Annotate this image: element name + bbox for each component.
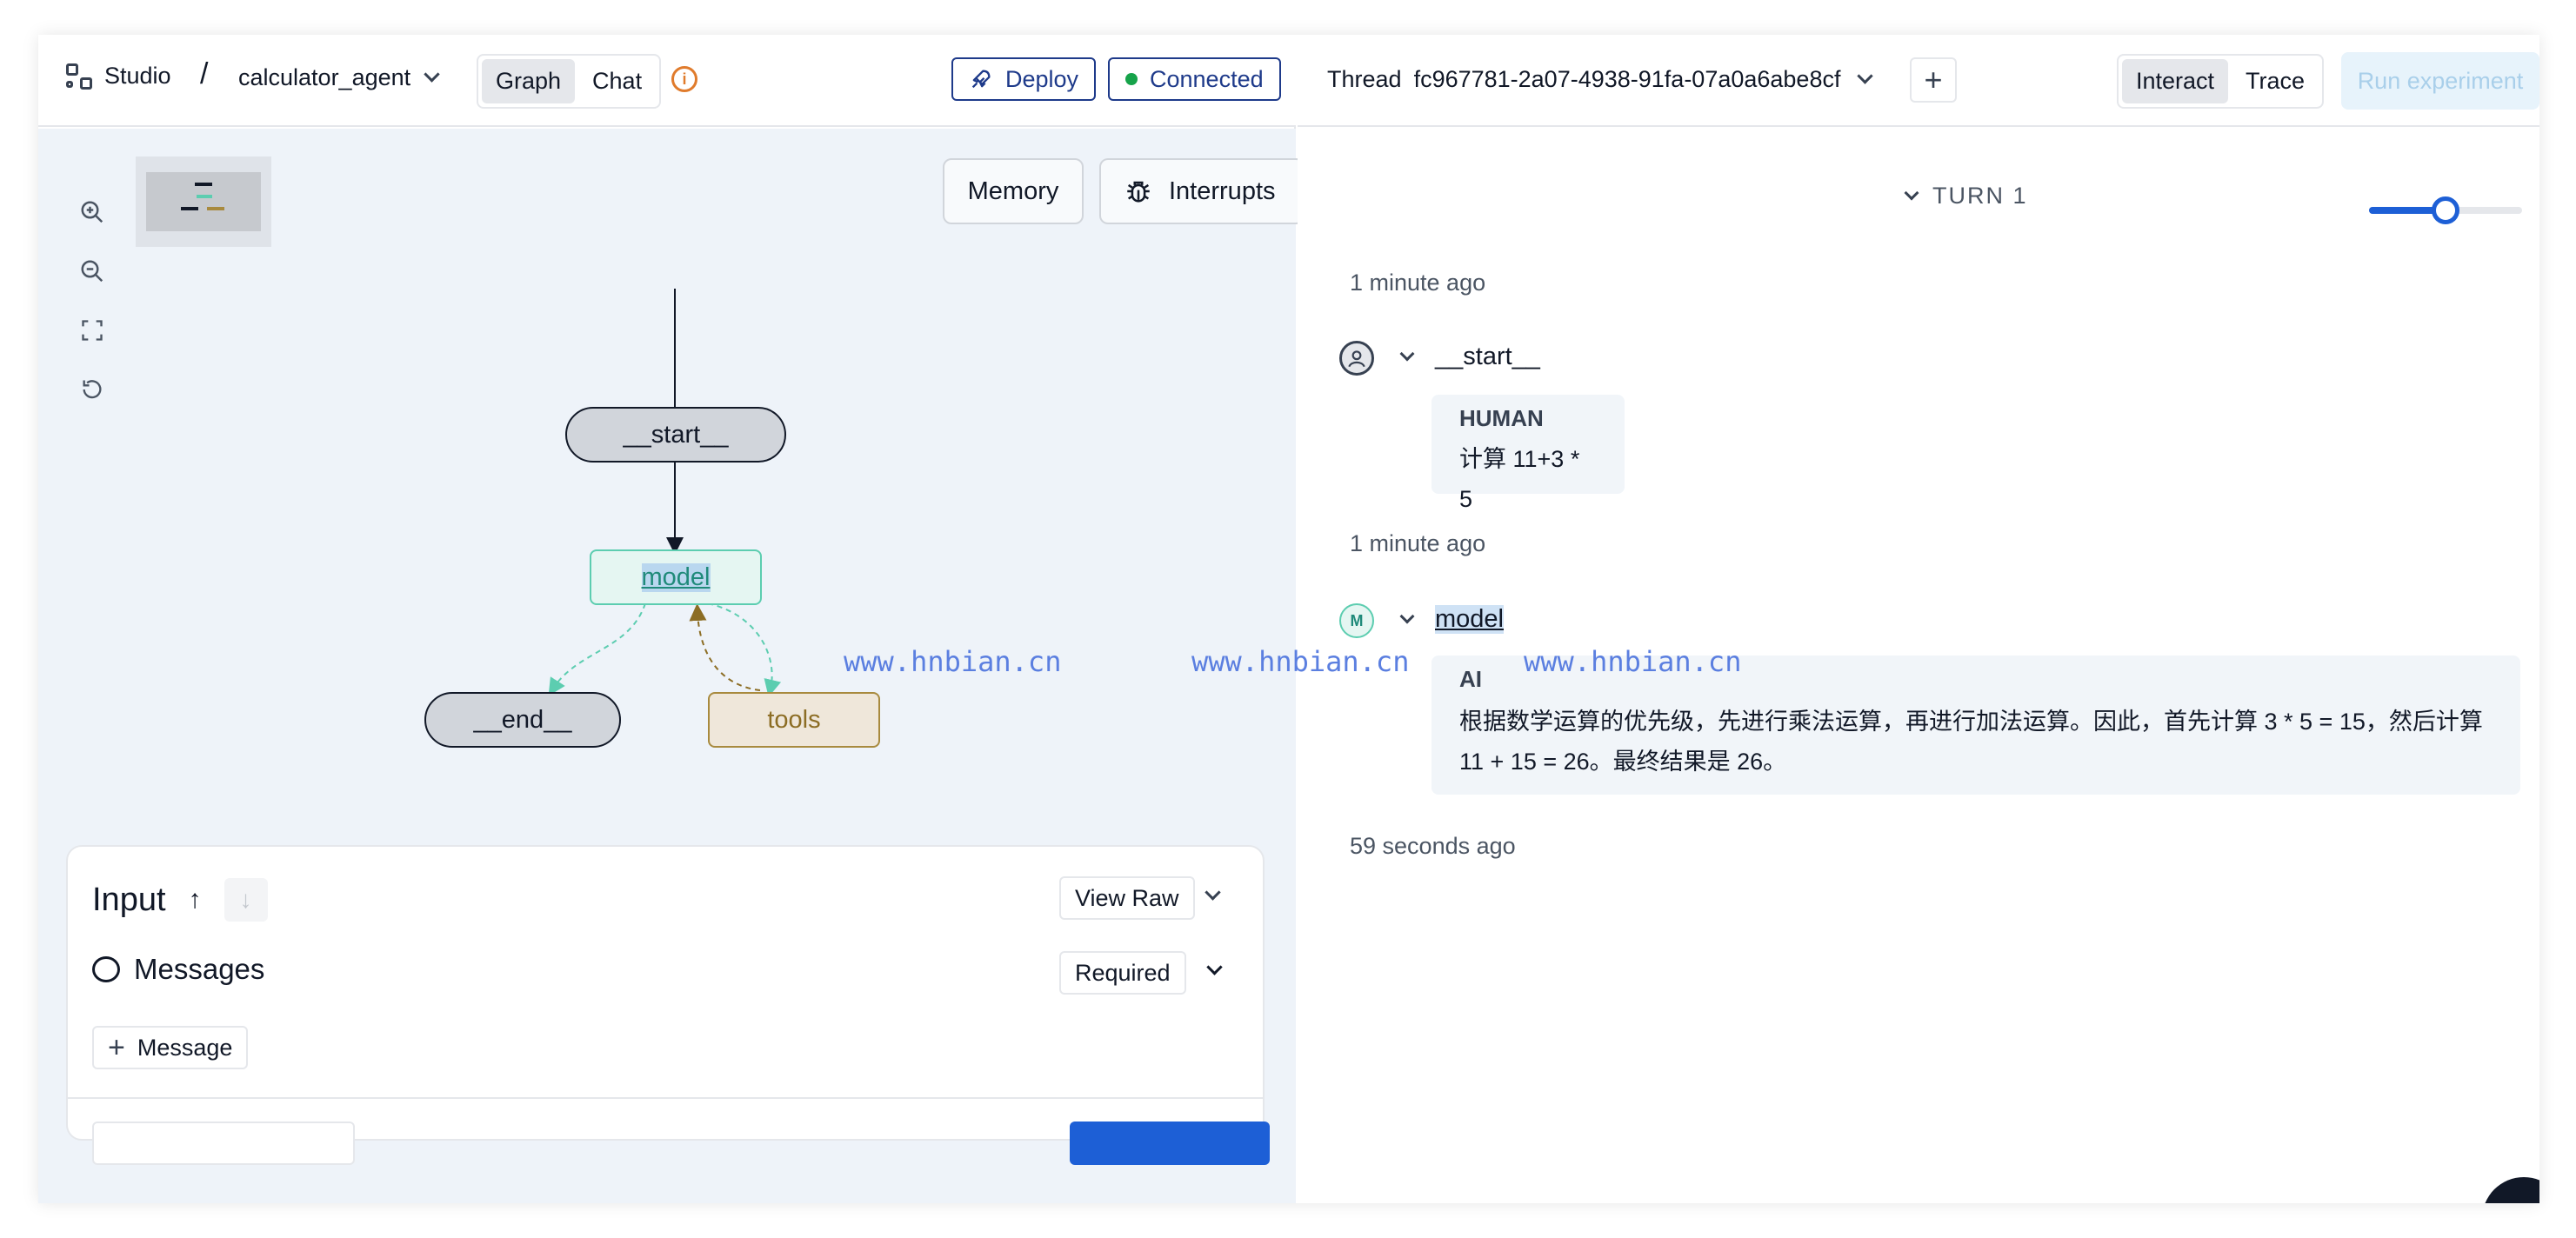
graph-node-start[interactable]: __start__ — [565, 407, 786, 463]
graph-node-end[interactable]: __end__ — [424, 692, 621, 748]
graph-edges — [548, 289, 782, 697]
add-message-button[interactable]: + Message — [92, 1026, 249, 1069]
add-message-label: Message — [137, 1034, 233, 1061]
graph-canvas[interactable]: Memory Interrupts __start__ model __end_… — [38, 129, 1305, 1203]
studio-logo-icon — [66, 63, 92, 90]
connected-label: Connected — [1150, 65, 1264, 92]
tab-interact[interactable]: Interact — [2122, 59, 2229, 103]
thread-toolbar: Thread fc967781-2a07-4938-91fa-07a0a6abe… — [1298, 35, 2539, 127]
model-avatar-icon: M — [1339, 603, 1374, 638]
messages-collapse-toggle[interactable] — [1206, 959, 1223, 977]
message-text-line: 11 + 15 = 26。最终结果是 26。 — [1459, 749, 1787, 775]
message-text-line: 根据数学运算的优先级，先进行乘法运算，再进行加法运算。因此，首先计算 3 * 5… — [1459, 709, 2483, 735]
entry-timestamp: 1 minute ago — [1350, 530, 1486, 556]
view-tabs: Graph Chat — [477, 54, 662, 109]
message-text: 根据数学运算的优先级，先进行乘法运算，再进行加法运算。因此，首先计算 3 * 5… — [1459, 702, 2493, 782]
turn-header[interactable]: TURN 1 — [1904, 183, 2028, 210]
chevron-down-icon — [424, 66, 440, 83]
graph-node-tools[interactable]: tools — [708, 692, 880, 748]
project-selector[interactable]: calculator_agent — [238, 64, 440, 91]
thread-selector[interactable]: Thread fc967781-2a07-4938-91fa-07a0a6abe… — [1327, 66, 1874, 93]
submit-button[interactable] — [1070, 1122, 1270, 1165]
node-end-label: __end__ — [473, 705, 572, 734]
floating-action-button[interactable] — [2482, 1177, 2539, 1203]
studio-home-link[interactable]: Studio — [66, 63, 171, 90]
view-raw-button[interactable]: View Raw — [1059, 876, 1195, 920]
entry-timestamp: 59 seconds ago — [1350, 833, 1516, 859]
chevron-down-icon — [1399, 346, 1415, 361]
info-icon[interactable]: i — [671, 66, 697, 92]
chevron-down-icon — [1206, 959, 1223, 975]
message-bubble-icon — [92, 956, 120, 982]
input-header: Input ↑ ↓ — [92, 878, 268, 922]
input-collapse-toggle[interactable] — [1205, 884, 1221, 902]
run-experiment-button[interactable]: Run experiment — [2341, 52, 2539, 110]
chevron-down-icon — [1904, 185, 1919, 200]
slider-thumb[interactable] — [2432, 196, 2459, 224]
mode-tabs: Interact Trace — [2117, 54, 2325, 109]
graph-node-model[interactable]: model — [590, 549, 762, 605]
tab-trace[interactable]: Trace — [2232, 59, 2319, 103]
tab-graph[interactable]: Graph — [482, 59, 576, 103]
edge-model-tools — [707, 602, 782, 697]
person-icon — [1339, 341, 1374, 376]
plus-icon: + — [108, 1030, 125, 1064]
graph-pane: Studio / calculator_agent Graph Chat i D… — [38, 35, 1305, 1203]
message-text: 计算 11+3 * 5 — [1459, 446, 1580, 512]
thread-id: fc967781-2a07-4938-91fa-07a0a6abe8cf — [1413, 66, 1841, 92]
node-tools-label: tools — [767, 705, 821, 734]
watermark-text: www.hnbian.cn — [844, 645, 1062, 678]
human-message-card: HUMAN 计算 11+3 * 5 — [1431, 395, 1625, 512]
thread-pane: Thread fc967781-2a07-4938-91fa-07a0a6abe… — [1298, 35, 2539, 1203]
turn-label: TURN 1 — [1932, 183, 2028, 209]
chevron-down-icon — [1205, 884, 1221, 901]
chevron-down-icon — [1399, 609, 1415, 623]
new-thread-button[interactable]: + — [1910, 57, 1957, 103]
node-start-label: __start__ — [623, 420, 729, 449]
deploy-button[interactable]: Deploy — [951, 57, 1097, 101]
graph-toolbar: Studio / calculator_agent Graph Chat i D… — [38, 35, 1296, 127]
watermark-text: www.hnbian.cn — [1524, 645, 1742, 678]
node-model-label: model — [641, 562, 711, 592]
breadcrumb-separator: / — [200, 57, 209, 90]
watermark-text: www.hnbian.cn — [1191, 645, 1410, 678]
messages-label: Messages — [134, 953, 265, 985]
arrow-up-icon[interactable]: ↑ — [189, 885, 202, 915]
project-name: calculator_agent — [238, 64, 411, 90]
messages-field-label: Messages — [92, 953, 264, 986]
entry-node-header[interactable]: model — [1399, 605, 1504, 634]
entry-node-header[interactable]: __start__ — [1399, 343, 1540, 371]
tab-chat[interactable]: Chat — [578, 59, 656, 103]
edge-model-end — [548, 602, 646, 696]
arrow-down-icon[interactable]: ↓ — [224, 878, 268, 922]
rocket-icon — [971, 70, 991, 89]
entry-node-name: model — [1435, 605, 1504, 634]
input-panel: Input ↑ ↓ View Raw Messages Required + M… — [66, 845, 1270, 1165]
input-divider — [68, 1097, 1263, 1099]
message-role: HUMAN — [1459, 405, 1544, 431]
deploy-label: Deploy — [1005, 65, 1079, 92]
status-dot-icon — [1125, 73, 1138, 85]
chevron-down-icon — [1857, 68, 1874, 84]
entry-node-name: __start__ — [1435, 343, 1540, 370]
edge-tools-model — [689, 603, 761, 691]
input-title: Input — [92, 881, 166, 918]
connection-status-button[interactable]: Connected — [1108, 57, 1281, 101]
secondary-action-button[interactable] — [92, 1122, 355, 1165]
thread-label: Thread — [1327, 66, 1402, 92]
turn-slider[interactable] — [2369, 196, 2522, 224]
entry-timestamp: 1 minute ago — [1350, 270, 1486, 296]
required-badge: Required — [1059, 951, 1186, 995]
app-name: Studio — [104, 63, 171, 89]
app-window: Studio / calculator_agent Graph Chat i D… — [38, 35, 2539, 1203]
